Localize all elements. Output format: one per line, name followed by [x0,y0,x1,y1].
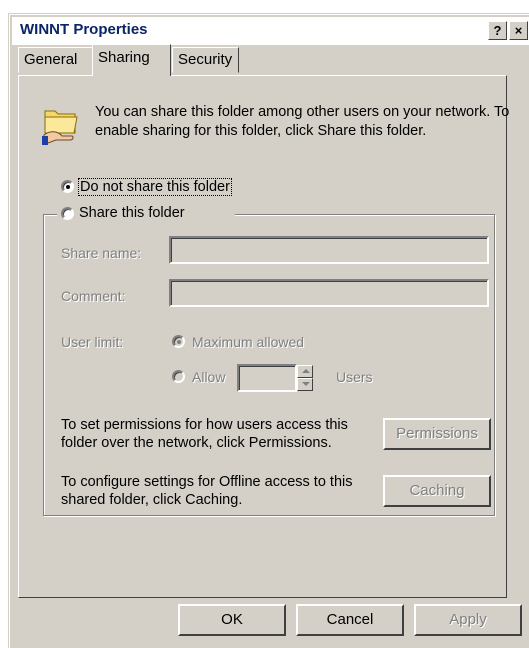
share-radio[interactable] [61,207,74,220]
comment-label: Comment: [61,288,126,304]
permissions-text: To set permissions for how users access … [61,417,348,451]
caching-button[interactable]: Caching [383,475,491,507]
caching-text: To configure settings for Offline access… [61,474,353,508]
comment-input[interactable] [169,279,489,307]
user-limit-label: User limit: [61,334,124,350]
tab-sharing[interactable]: Sharing [92,44,171,76]
chevron-down-icon [302,382,310,386]
help-button[interactable]: ? [488,21,507,40]
cancel-button[interactable]: Cancel [296,604,404,636]
share-name-label: Share name: [61,245,142,261]
ok-button[interactable]: OK [178,604,286,636]
allow-radio[interactable] [172,370,185,383]
close-button[interactable]: × [509,21,528,40]
maximum-allowed-radio[interactable] [172,335,185,348]
share-option[interactable]: Share this folder [57,205,235,223]
do-not-share-radio[interactable] [61,180,74,193]
maximum-allowed-label[interactable]: Maximum allowed [192,334,304,350]
tab-general[interactable]: General [18,47,93,73]
users-label: Users [336,369,373,385]
chevron-up-icon [302,369,310,373]
allow-count-input[interactable] [237,364,297,392]
title-bar[interactable]: WINNT Properties ? × [12,17,529,45]
apply-button[interactable]: Apply [414,604,522,636]
intro-text: You can share this folder among other us… [95,104,510,139]
spin-down-button[interactable] [297,378,313,391]
do-not-share-label[interactable]: Do not share this folder [78,178,232,196]
share-name-input[interactable] [169,236,489,264]
share-label[interactable]: Share this folder [79,205,185,221]
shared-folder-icon [42,110,78,145]
permissions-button[interactable]: Permissions [383,418,491,450]
spin-up-button[interactable] [297,365,313,378]
tab-security[interactable]: Security [172,47,239,73]
window-title: WINNT Properties [20,21,148,38]
allow-label[interactable]: Allow [192,369,225,385]
allow-count-spinner[interactable] [297,365,313,391]
